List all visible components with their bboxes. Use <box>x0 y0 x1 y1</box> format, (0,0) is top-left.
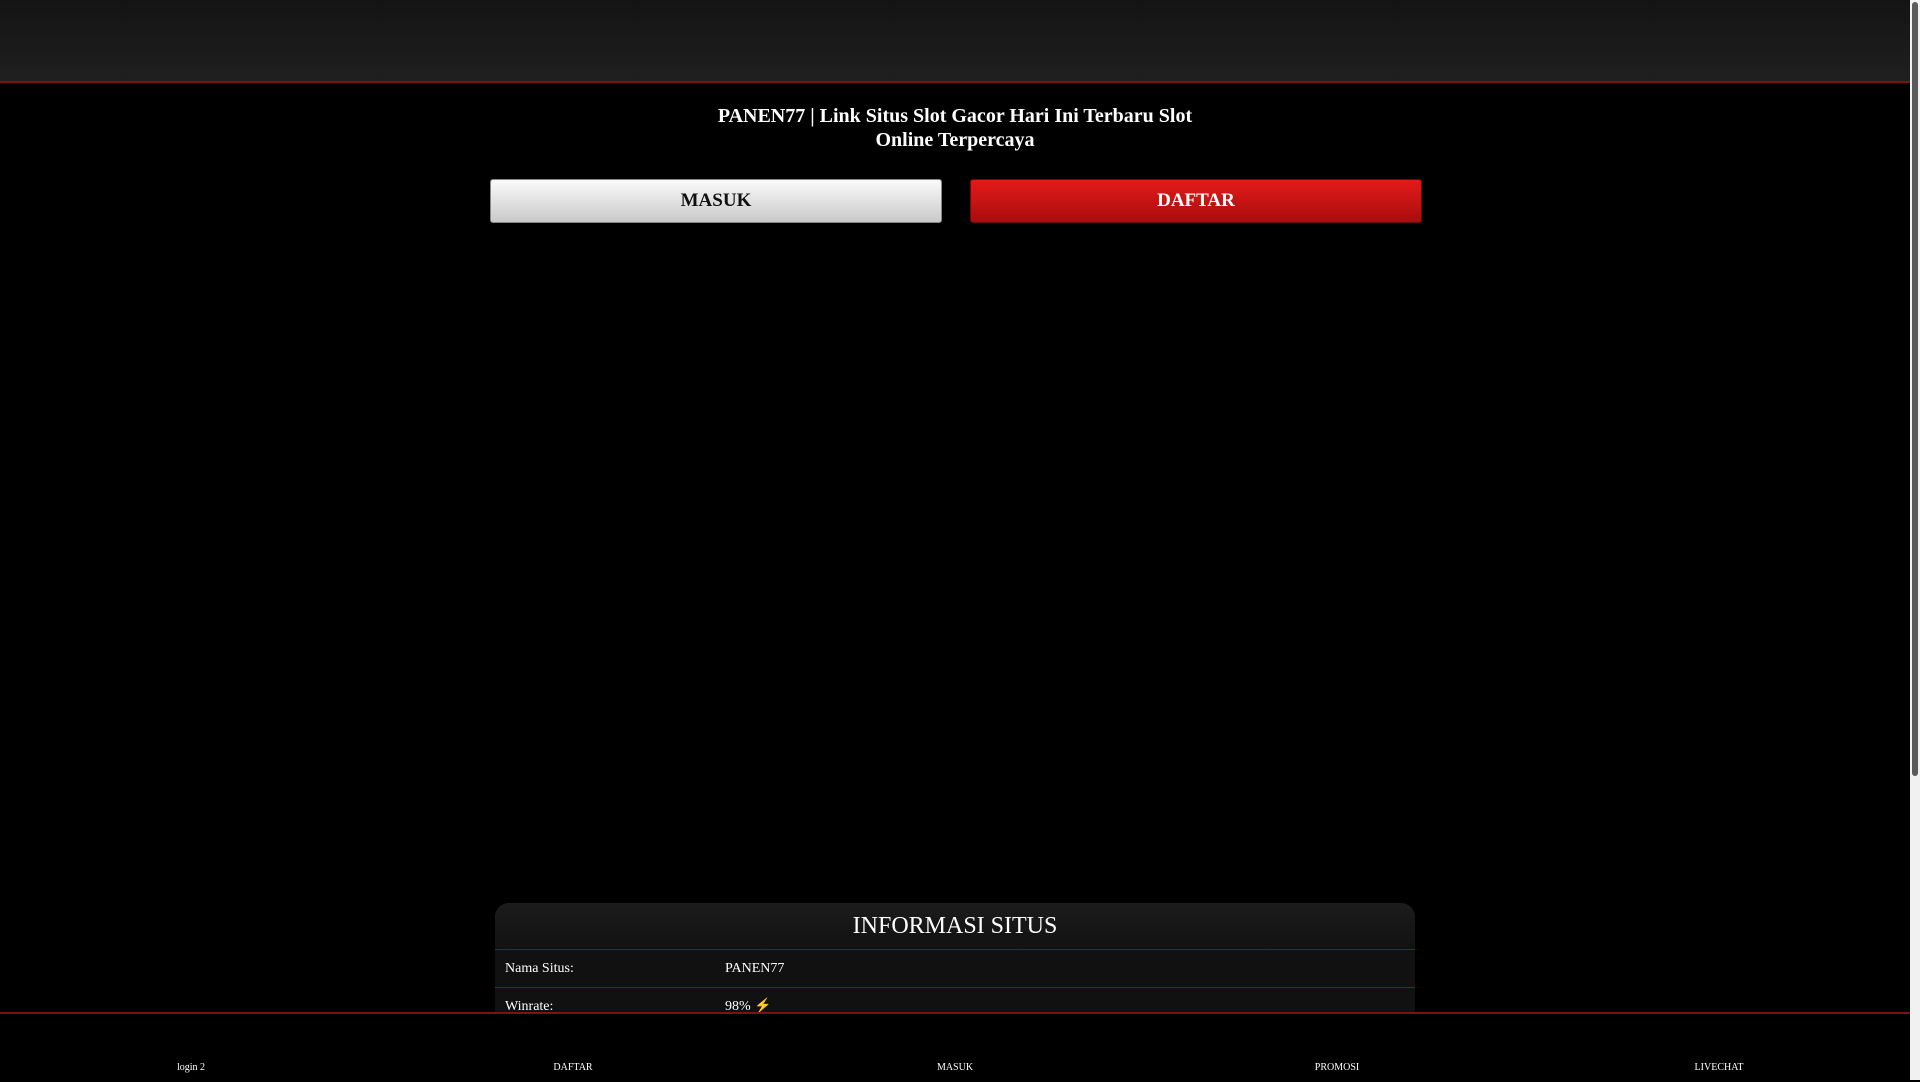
scrollbar-thumb[interactable] <box>1912 2 1918 776</box>
nav-login-2[interactable]: login 2 <box>0 1014 382 1082</box>
info-row-site-name: Nama Situs: PANEN77 <box>495 950 1415 988</box>
nav-livechat[interactable]: LIVECHAT <box>1528 1014 1910 1082</box>
nav-daftar[interactable]: DAFTAR <box>382 1014 764 1082</box>
site-info-heading: INFORMASI SITUS <box>495 903 1415 950</box>
top-header-bar <box>0 0 1910 83</box>
vertical-scrollbar[interactable] <box>1910 0 1920 1080</box>
nav-masuk[interactable]: MASUK <box>764 1014 1146 1082</box>
daftar-button[interactable]: DAFTAR <box>970 179 1422 223</box>
nav-promosi[interactable]: PROMOSI <box>1146 1014 1528 1082</box>
info-value: PANEN77 <box>725 960 785 976</box>
info-label: Nama Situs: <box>505 960 574 976</box>
page-title: PANEN77 | Link Situs Slot Gacor Hari Ini… <box>717 105 1193 151</box>
bottom-navigation: login 2 DAFTAR MASUK PROMOSI LIVECHAT <box>0 1012 1910 1082</box>
masuk-button[interactable]: MASUK <box>490 179 942 223</box>
